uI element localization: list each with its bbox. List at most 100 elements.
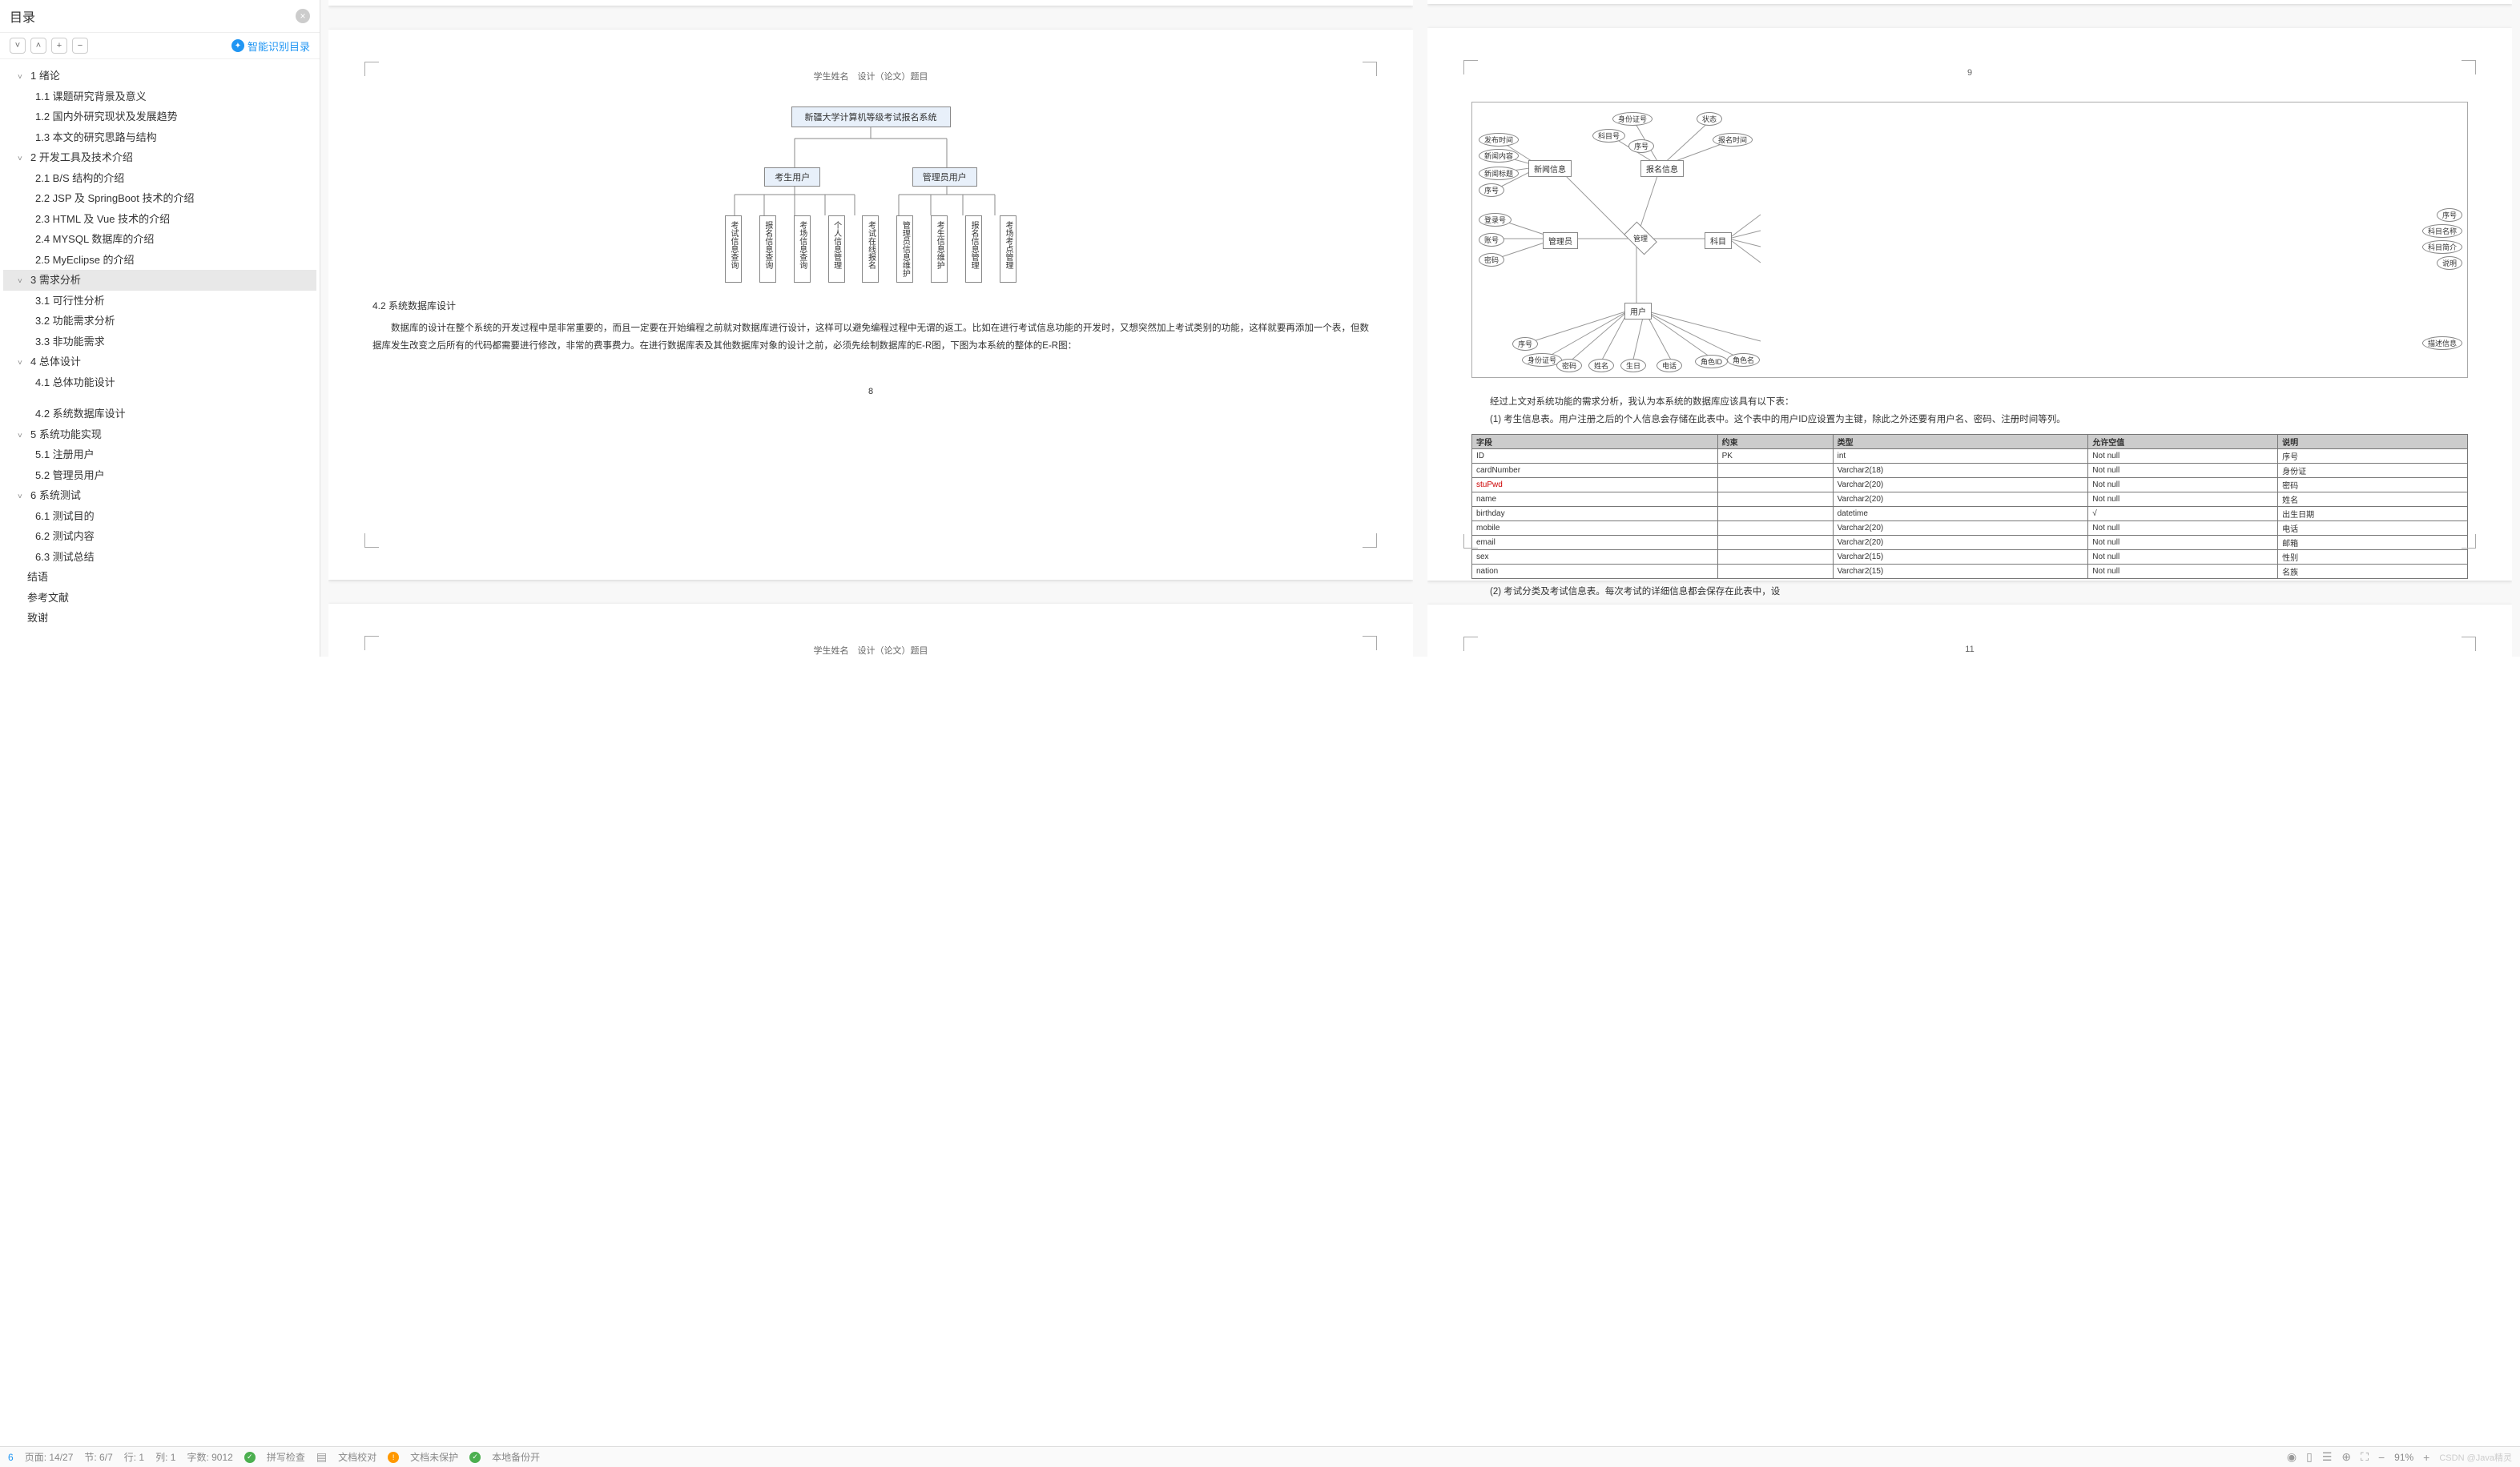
zoom-level[interactable]: 91% xyxy=(2394,1452,2413,1463)
backup-icon: ✓ xyxy=(469,1452,481,1463)
toc-item-label: 5 系统功能实现 xyxy=(30,428,102,440)
page-8: 学生姓名 设计（论文）题目 新疆大学计算机等级考试报名系统 考生用户 管理员用户 xyxy=(328,30,1413,580)
dia-leaf: 考场考点管理 xyxy=(1000,215,1016,283)
table-header: 允许空值 xyxy=(2088,434,2278,448)
table-header: 说明 xyxy=(2278,434,2468,448)
zoom-in-icon[interactable]: + xyxy=(2423,1451,2429,1464)
table-row: nameVarchar2(20)Not null姓名 xyxy=(1472,492,2468,506)
toc-item-label: 参考文献 xyxy=(27,592,69,604)
web-view-icon[interactable]: ⊕ xyxy=(2341,1450,2351,1464)
outline-view-icon[interactable]: ☰ xyxy=(2322,1450,2333,1464)
dia-leaf: 管理员信息维护 xyxy=(896,215,913,283)
toc-item[interactable]: 1.1 课题研究背景及意义 xyxy=(3,86,316,107)
body-text: (1) 考生信息表。用户注册之后的个人信息会存储在此表中。这个表中的用户ID应设… xyxy=(1471,412,2468,429)
document-viewport[interactable]: 学生姓名 设计（论文）题目 新疆大学计算机等级考试报名系统 考生用户 管理员用户 xyxy=(320,0,2520,657)
er-entity-regi: 报名信息 xyxy=(1640,160,1684,177)
chevron-down-icon: ˅ xyxy=(18,71,27,83)
compare-icon: ▤ xyxy=(316,1450,327,1464)
expand-up-button[interactable]: ˄ xyxy=(30,38,46,54)
toc-item-label: 2.4 MYSQL 数据库的介绍 xyxy=(35,233,154,245)
status-spellcheck[interactable]: 拼写检查 xyxy=(267,1450,305,1464)
toc-list: ˅1 绪论1.1 课题研究背景及意义1.2 国内外研究现状及发展趋势1.3 本文… xyxy=(0,59,320,657)
toc-item[interactable]: 6.3 测试总结 xyxy=(3,547,316,568)
toc-item[interactable]: 4.2 系统数据库设计 xyxy=(3,404,316,424)
close-icon[interactable]: × xyxy=(296,9,310,23)
warn-icon: ! xyxy=(388,1452,399,1463)
zoom-out-icon[interactable]: − xyxy=(2378,1451,2385,1464)
toc-item[interactable]: 参考文献 xyxy=(3,588,316,609)
toc-item[interactable]: 2.5 MyEclipse 的介绍 xyxy=(3,250,316,271)
page-header: 学生姓名 设计（论文）题目 xyxy=(372,70,1369,82)
toc-item[interactable]: ˅6 系统测试 xyxy=(3,485,316,506)
status-col: 列: 1 xyxy=(155,1450,175,1464)
dia-leaf: 考场信息查询 xyxy=(794,215,811,283)
toc-item[interactable]: 2.1 B/S 结构的介绍 xyxy=(3,168,316,189)
toc-item-label: 1.1 课题研究背景及意义 xyxy=(35,90,147,102)
check-icon: ✓ xyxy=(244,1452,256,1463)
toc-item-label: 3.2 功能需求分析 xyxy=(35,315,115,327)
toc-item[interactable]: ˅5 系统功能实现 xyxy=(3,424,316,445)
page-number: 8 xyxy=(372,387,1369,396)
toc-item[interactable]: ˅1 绪论 xyxy=(3,66,316,86)
toc-item[interactable]: 1.2 国内外研究现状及发展趋势 xyxy=(3,107,316,127)
collapse-all-button[interactable]: ˅ xyxy=(10,38,26,54)
toc-item-label: 致谢 xyxy=(27,612,48,624)
section-heading: 4.2 系统数据库设计 xyxy=(372,299,1369,312)
status-local[interactable]: 本地备份开 xyxy=(492,1450,540,1464)
toc-item[interactable]: 4.1 总体功能设计 xyxy=(3,372,316,393)
ai-icon: ✦ xyxy=(231,39,244,52)
chevron-down-icon: ˅ xyxy=(18,275,27,287)
toc-item-label: 4.2 系统数据库设计 xyxy=(35,408,126,420)
toc-item[interactable]: 3.2 功能需求分析 xyxy=(3,311,316,332)
toc-item[interactable]: 6.1 测试目的 xyxy=(3,506,316,527)
toc-item[interactable]: 2.3 HTML 及 Vue 技术的介绍 xyxy=(3,209,316,230)
chevron-down-icon: ˅ xyxy=(18,430,27,442)
toc-item[interactable]: 2.4 MYSQL 数据库的介绍 xyxy=(3,229,316,250)
sidebar-title: 目录 xyxy=(10,6,35,26)
er-entity-user: 用户 xyxy=(1624,303,1652,320)
toc-item-label: 2.2 JSP 及 SpringBoot 技术的介绍 xyxy=(35,192,194,204)
toc-item[interactable]: 结语 xyxy=(3,567,316,588)
toc-item[interactable]: 6.2 测试内容 xyxy=(3,526,316,547)
page-view-icon[interactable]: ▯ xyxy=(2306,1450,2313,1464)
ai-toc-link[interactable]: ✦ 智能识别目录 xyxy=(231,38,310,54)
toc-item-label: 1 绪论 xyxy=(30,70,60,82)
table-header: 字段 xyxy=(1472,434,1718,448)
toc-item[interactable]: 3.3 非功能需求 xyxy=(3,332,316,352)
toc-item[interactable]: ˅4 总体设计 xyxy=(3,352,316,372)
toc-item-label: 6.2 测试内容 xyxy=(35,530,95,542)
er-entity-admin: 管理员 xyxy=(1543,232,1578,249)
table-header: 类型 xyxy=(1833,434,2088,448)
toc-item[interactable]: ˅3 需求分析 xyxy=(3,270,316,291)
status-protect[interactable]: 文档未保护 xyxy=(410,1450,458,1464)
toc-item[interactable]: 3.1 可行性分析 xyxy=(3,291,316,311)
dia-leaf: 考生信息维护 xyxy=(931,215,948,283)
toc-item[interactable]: 1.3 本文的研究思路与结构 xyxy=(3,127,316,148)
er-entity-news: 新闻信息 xyxy=(1528,160,1572,177)
status-chars[interactable]: 字数: 9012 xyxy=(187,1450,232,1464)
app-root: 目录 × ˅ ˄ + − ✦ 智能识别目录 ˅1 绪论1.1 课题研究背景及意义… xyxy=(0,0,2520,657)
er-entity-course: 科目 xyxy=(1705,232,1732,249)
status-chapter: 节: 6/7 xyxy=(84,1450,112,1464)
status-left-num: 6 xyxy=(8,1452,14,1463)
eye-icon[interactable]: ◉ xyxy=(2287,1450,2297,1464)
add-button[interactable]: + xyxy=(51,38,67,54)
toc-item[interactable]: 致谢 xyxy=(3,608,316,629)
table-row: nationVarchar2(15)Not null名族 xyxy=(1472,564,2468,578)
toc-item[interactable]: ˅2 开发工具及技术介绍 xyxy=(3,147,316,168)
toc-item[interactable]: 5.2 管理员用户 xyxy=(3,465,316,486)
status-page[interactable]: 页面: 14/27 xyxy=(25,1450,74,1464)
remove-button[interactable]: − xyxy=(72,38,88,54)
body-text: 经过上文对系统功能的需求分析，我认为本系统的数据库应该具有以下表： xyxy=(1471,394,2468,412)
toc-item-label: 2.5 MyEclipse 的介绍 xyxy=(35,254,135,266)
fit-icon[interactable]: ⛶ xyxy=(2361,1450,2369,1464)
toc-item[interactable]: 5.1 注册用户 xyxy=(3,444,316,465)
toc-item-label: 6.3 测试总结 xyxy=(35,551,95,563)
dia-sub1: 考生用户 xyxy=(764,167,820,187)
toc-item[interactable]: 2.2 JSP 及 SpringBoot 技术的介绍 xyxy=(3,188,316,209)
toc-item-label: 6.1 测试目的 xyxy=(35,510,95,522)
table-row: sexVarchar2(15)Not null性别 xyxy=(1472,549,2468,564)
status-compare[interactable]: 文档校对 xyxy=(338,1450,376,1464)
ai-link-label: 智能识别目录 xyxy=(248,38,310,54)
toc-sidebar: 目录 × ˅ ˄ + − ✦ 智能识别目录 ˅1 绪论1.1 课题研究背景及意义… xyxy=(0,0,320,657)
